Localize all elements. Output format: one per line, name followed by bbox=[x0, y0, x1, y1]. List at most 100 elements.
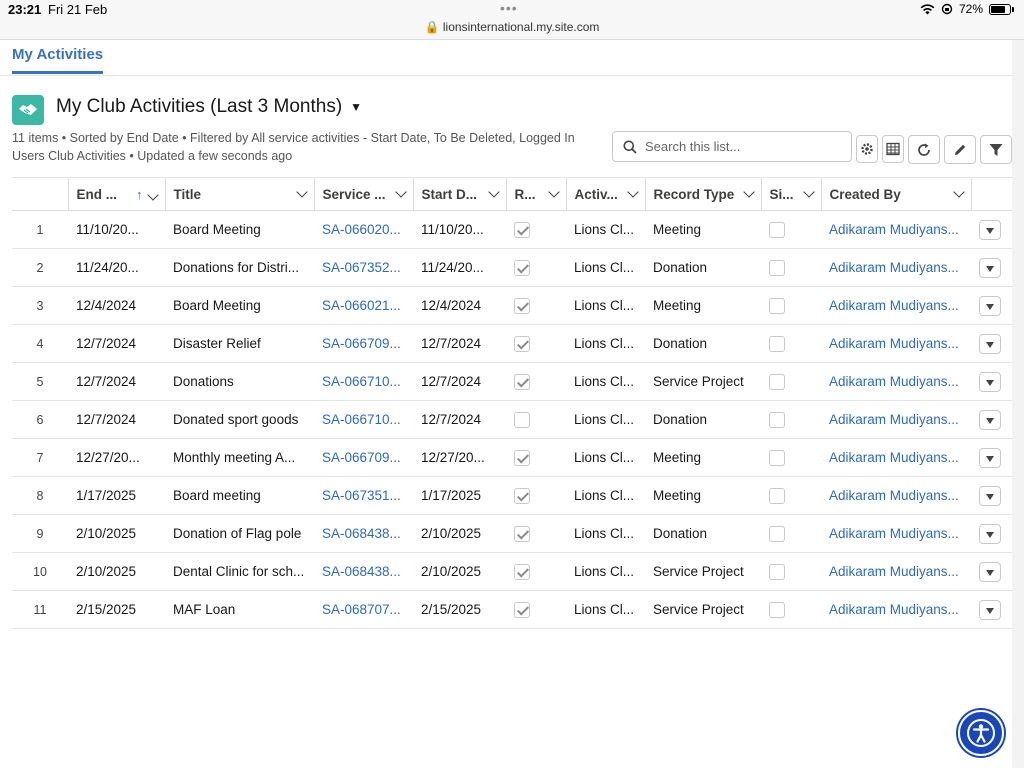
title-cell: Board Meeting bbox=[165, 210, 314, 249]
service-activity-link[interactable]: SA-066710... bbox=[314, 362, 413, 401]
table-row: 8 1/17/2025 Board meeting SA-067351... 1/17/… bbox=[12, 476, 1012, 515]
record-type-cell: Donation bbox=[645, 324, 761, 363]
page-scrollbar[interactable] bbox=[1012, 40, 1024, 768]
start-date-cell: 12/4/2024 bbox=[413, 286, 506, 325]
chevron-down-icon[interactable] bbox=[547, 186, 560, 198]
created-by-link[interactable]: Adikaram Mudiyans... bbox=[821, 590, 971, 629]
created-by-link[interactable]: Adikaram Mudiyans... bbox=[821, 476, 971, 515]
column-header-start-date[interactable]: Start D... bbox=[412, 177, 506, 211]
created-by-link[interactable]: Adikaram Mudiyans... bbox=[821, 438, 971, 477]
row-actions-cell bbox=[971, 590, 1012, 629]
end-date-cell: 11/24/20... bbox=[68, 248, 165, 287]
row-action-menu-button[interactable] bbox=[979, 523, 1001, 544]
r-checkbox bbox=[514, 411, 530, 428]
caret-down-icon[interactable]: ▼ bbox=[350, 100, 362, 114]
table-row: 3 12/4/2024 Board Meeting SA-066021... 12/4/… bbox=[12, 286, 1012, 325]
service-activity-link[interactable]: SA-066021... bbox=[314, 286, 413, 325]
row-action-menu-button[interactable] bbox=[979, 447, 1001, 468]
column-header-r[interactable]: R... bbox=[505, 177, 566, 211]
service-activity-link[interactable]: SA-066020... bbox=[314, 210, 413, 249]
chevron-down-icon[interactable] bbox=[742, 186, 755, 198]
created-by-link[interactable]: Adikaram Mudiyans... bbox=[821, 400, 971, 439]
created-by-link[interactable]: Adikaram Mudiyans... bbox=[821, 514, 971, 553]
service-activity-link[interactable]: SA-067352... bbox=[314, 248, 413, 287]
multitasking-dots-icon[interactable]: ••• bbox=[500, 0, 518, 16]
service-activity-link[interactable]: SA-066710... bbox=[314, 400, 413, 439]
table-row: 7 12/27/20... Monthly meeting A... SA-06670… bbox=[12, 438, 1012, 477]
activity-cell: Lions Cl... bbox=[566, 400, 645, 439]
row-number: 10 bbox=[12, 552, 68, 591]
r-checkbox-cell bbox=[506, 514, 566, 553]
chevron-down-icon[interactable] bbox=[487, 186, 500, 198]
column-header-created-by[interactable]: Created By bbox=[820, 177, 971, 211]
r-checkbox bbox=[514, 449, 530, 466]
created-by-link[interactable]: Adikaram Mudiyans... bbox=[821, 552, 971, 591]
row-number: 9 bbox=[12, 514, 68, 553]
si-checkbox bbox=[769, 449, 785, 466]
end-date-cell: 2/10/2025 bbox=[68, 514, 165, 553]
display-as-table-button[interactable] bbox=[882, 135, 904, 163]
search-list-box[interactable] bbox=[612, 131, 852, 162]
search-list-input[interactable] bbox=[645, 139, 835, 154]
list-settings-button[interactable] bbox=[856, 135, 878, 163]
row-action-menu-button[interactable] bbox=[979, 333, 1001, 354]
service-activity-link[interactable]: SA-068438... bbox=[314, 514, 413, 553]
chevron-down-icon[interactable] bbox=[626, 186, 639, 198]
column-header-title[interactable]: Title bbox=[164, 177, 314, 211]
created-by-link[interactable]: Adikaram Mudiyans... bbox=[821, 248, 971, 287]
activities-table: End ... ↑ Title Service ... Start D... R.… bbox=[12, 177, 1012, 629]
record-type-cell: Donation bbox=[645, 248, 761, 287]
service-activity-link[interactable]: SA-068707... bbox=[314, 590, 413, 629]
row-action-menu-button[interactable] bbox=[979, 599, 1001, 620]
r-checkbox-cell bbox=[506, 324, 566, 363]
title-cell: Donation of Flag pole bbox=[165, 514, 314, 553]
row-action-menu-button[interactable] bbox=[979, 219, 1001, 240]
list-view-selector[interactable]: My Club Activities (Last 3 Months) ▼ bbox=[56, 96, 362, 118]
column-header-si[interactable]: Si... bbox=[760, 177, 821, 211]
row-number: 11 bbox=[12, 590, 68, 629]
chevron-down-icon[interactable] bbox=[295, 186, 308, 198]
row-action-menu-button[interactable] bbox=[979, 295, 1001, 316]
refresh-button[interactable] bbox=[908, 135, 940, 164]
chevron-down-icon[interactable] bbox=[802, 186, 815, 198]
end-date-cell: 1/17/2025 bbox=[68, 476, 165, 515]
row-action-menu-button[interactable] bbox=[979, 485, 1001, 506]
activity-cell: Lions Cl... bbox=[566, 286, 645, 325]
accessibility-button[interactable] bbox=[958, 710, 1004, 756]
service-activity-link[interactable]: SA-068438... bbox=[314, 552, 413, 591]
row-action-menu-button[interactable] bbox=[979, 257, 1001, 278]
column-header-service[interactable]: Service ... bbox=[313, 177, 413, 211]
chevron-down-icon[interactable] bbox=[146, 188, 159, 201]
row-action-menu-button[interactable] bbox=[979, 409, 1001, 430]
r-checkbox bbox=[514, 259, 530, 276]
inline-edit-button[interactable] bbox=[944, 135, 976, 164]
r-checkbox bbox=[514, 373, 530, 390]
column-header-end-date[interactable]: End ... ↑ bbox=[67, 177, 165, 211]
status-time: 23:21 bbox=[8, 2, 42, 17]
filter-icon bbox=[989, 143, 1003, 156]
chevron-down-icon[interactable] bbox=[952, 186, 965, 198]
row-number: 3 bbox=[12, 286, 68, 325]
address-bar[interactable]: 🔒 lionsinternational.my.site.com bbox=[0, 20, 1024, 34]
row-actions-cell bbox=[971, 438, 1012, 477]
service-activity-link[interactable]: SA-066709... bbox=[314, 438, 413, 477]
row-number: 2 bbox=[12, 248, 68, 287]
row-action-menu-button[interactable] bbox=[979, 561, 1001, 582]
column-header-activity[interactable]: Activ... bbox=[565, 177, 645, 211]
record-type-cell: Donation bbox=[645, 514, 761, 553]
column-header-record-type[interactable]: Record Type bbox=[644, 177, 761, 211]
start-date-cell: 1/17/2025 bbox=[413, 476, 506, 515]
created-by-link[interactable]: Adikaram Mudiyans... bbox=[821, 324, 971, 363]
chevron-down-icon[interactable] bbox=[394, 186, 407, 198]
created-by-link[interactable]: Adikaram Mudiyans... bbox=[821, 210, 971, 249]
filter-button[interactable] bbox=[980, 135, 1012, 164]
si-checkbox bbox=[769, 259, 785, 276]
service-activity-link[interactable]: SA-066709... bbox=[314, 324, 413, 363]
tab-my-activities[interactable]: My Activities bbox=[12, 46, 104, 74]
created-by-link[interactable]: Adikaram Mudiyans... bbox=[821, 362, 971, 401]
row-action-menu-button[interactable] bbox=[979, 371, 1001, 392]
activity-cell: Lions Cl... bbox=[566, 362, 645, 401]
service-activity-link[interactable]: SA-067351... bbox=[314, 476, 413, 515]
created-by-link[interactable]: Adikaram Mudiyans... bbox=[821, 286, 971, 325]
row-number-header bbox=[12, 177, 68, 211]
